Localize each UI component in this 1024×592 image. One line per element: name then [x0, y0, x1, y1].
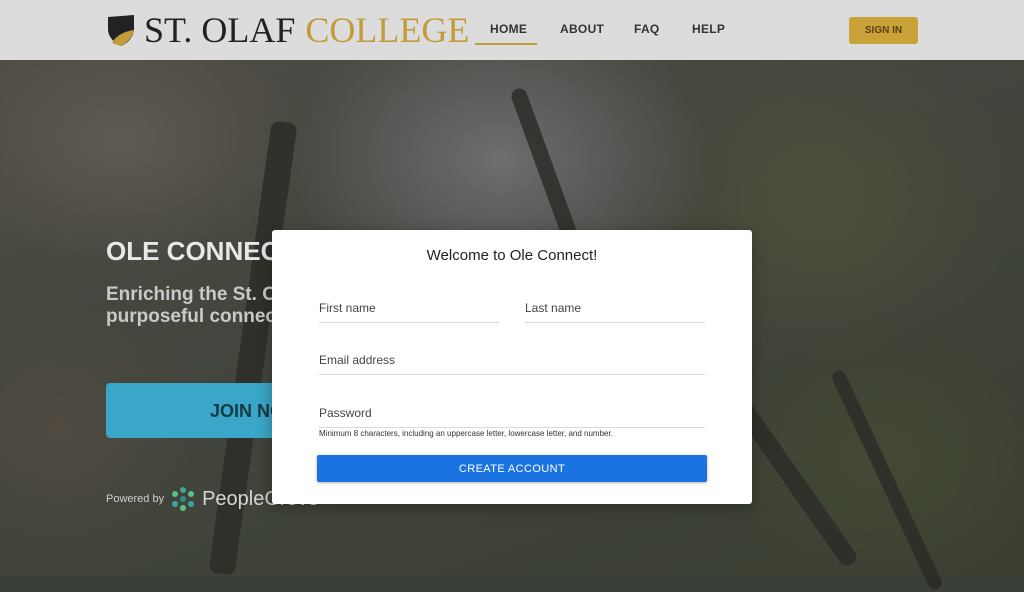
- signup-modal: Welcome to Ole Connect! First name Last …: [272, 230, 752, 504]
- logo-text-college: COLLEGE: [305, 10, 470, 50]
- peoplegrove-logo-icon: [172, 487, 195, 511]
- nav-active-indicator: [475, 43, 537, 45]
- hero-title: OLE CONNECT: [106, 236, 296, 266]
- sign-in-button[interactable]: SIGN IN: [849, 17, 918, 44]
- create-account-button[interactable]: CREATE ACCOUNT: [317, 455, 707, 482]
- nav-home[interactable]: HOME: [490, 22, 527, 36]
- last-name-placeholder: Last name: [525, 301, 582, 315]
- nav-help[interactable]: HELP: [692, 22, 725, 36]
- last-name-field[interactable]: Last name: [525, 296, 705, 323]
- nav-faq[interactable]: FAQ: [634, 22, 660, 36]
- first-name-placeholder: First name: [319, 301, 376, 315]
- nav-about[interactable]: ABOUT: [560, 22, 604, 36]
- email-placeholder: Email address: [319, 353, 396, 367]
- st-olaf-logo[interactable]: ST. OLAF COLLEGE: [106, 12, 469, 48]
- top-navbar: ST. OLAF COLLEGE HOME ABOUT FAQ HELP SIG…: [0, 0, 1024, 60]
- password-hint: Minimum 8 characters, including an upper…: [319, 429, 613, 438]
- password-field[interactable]: Password: [319, 401, 705, 428]
- first-name-field[interactable]: First name: [319, 296, 499, 323]
- shield-icon: [108, 15, 134, 46]
- powered-by-label: Powered by: [106, 493, 165, 505]
- modal-title: Welcome to Ole Connect!: [426, 247, 598, 264]
- password-placeholder: Password: [319, 406, 372, 420]
- logo-text-st-olaf: ST. OLAF: [144, 10, 296, 50]
- email-field[interactable]: Email address: [319, 348, 705, 375]
